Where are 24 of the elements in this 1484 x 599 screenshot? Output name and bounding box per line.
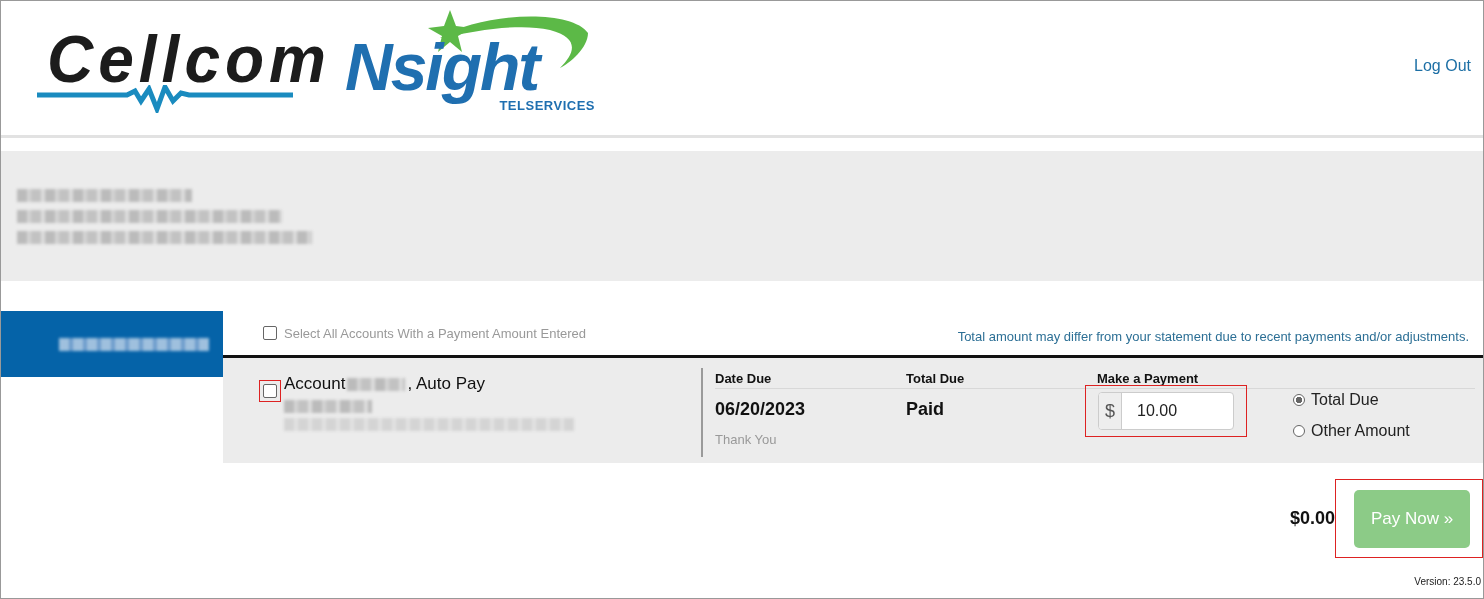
- account-title: Account: [284, 374, 346, 394]
- due-note: Thank You: [715, 432, 778, 447]
- logout-link[interactable]: Log Out: [1414, 57, 1471, 75]
- pulse-line-icon: [37, 84, 293, 113]
- column-heading: Total Due: [906, 370, 966, 386]
- radio-label: Total Due: [1311, 391, 1379, 409]
- radio-button[interactable]: [1293, 394, 1305, 406]
- account-tab[interactable]: [1, 311, 223, 377]
- total-amount: $0.00: [1289, 508, 1335, 529]
- radio-label: Other Amount: [1311, 422, 1410, 440]
- version-text: Version: 23.5.0: [1414, 576, 1481, 587]
- brand-logo-text: Cellcom: [46, 24, 331, 93]
- checkbox[interactable]: [263, 326, 277, 340]
- account-title: , Auto Pay: [407, 374, 485, 394]
- amount-field[interactable]: $ 10.00: [1098, 392, 1234, 430]
- blurred-text: [347, 377, 406, 391]
- notice-text: Total amount may differ from your statement due to recent payments and/or adjustments.: [957, 328, 1469, 344]
- column-heading: Make a Payment: [1097, 370, 1199, 386]
- radio-button[interactable]: [1293, 425, 1305, 437]
- select-all-label: Select All Accounts With a Payment Amount Entered: [284, 325, 587, 341]
- currency-addon: $: [1099, 393, 1122, 429]
- due-date: 06/20/2023: [715, 399, 807, 420]
- total-due: Paid: [906, 399, 945, 421]
- column-heading: Date Due: [715, 370, 773, 386]
